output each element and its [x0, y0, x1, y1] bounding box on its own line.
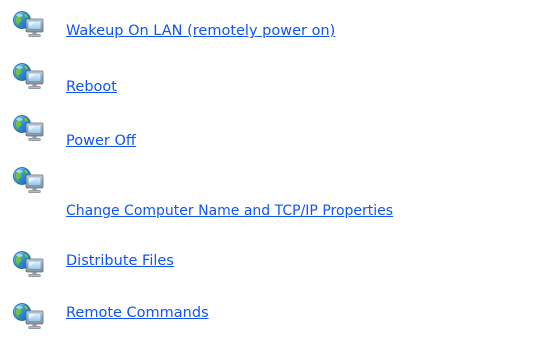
- network-computer-icon: [12, 114, 46, 142]
- action-wakeup-on-lan[interactable]: Wakeup On LAN (remotely power on): [0, 10, 549, 60]
- action-distribute-files[interactable]: Distribute Files: [0, 250, 549, 300]
- network-computer-icon: [12, 62, 46, 90]
- change-computer-name-link[interactable]: Change Computer Name and TCP/IP Properti…: [66, 201, 393, 221]
- power-off-link[interactable]: Power Off: [66, 131, 136, 151]
- action-reboot[interactable]: Reboot: [0, 62, 549, 112]
- reboot-link[interactable]: Reboot: [66, 77, 117, 97]
- remote-actions-list: Wakeup On LAN (remotely power on) Reboot…: [0, 0, 549, 345]
- remote-commands-link[interactable]: Remote Commands: [66, 303, 209, 323]
- action-change-computer-name[interactable]: Change Computer Name and TCP/IP Properti…: [0, 166, 549, 219]
- action-power-off[interactable]: Power Off: [0, 114, 549, 164]
- distribute-files-link[interactable]: Distribute Files: [66, 251, 174, 271]
- network-computer-icon: [12, 166, 46, 194]
- network-computer-icon: [12, 10, 46, 38]
- wakeup-on-lan-link[interactable]: Wakeup On LAN (remotely power on): [66, 21, 335, 41]
- network-computer-icon: [12, 250, 46, 278]
- network-computer-icon: [12, 302, 46, 330]
